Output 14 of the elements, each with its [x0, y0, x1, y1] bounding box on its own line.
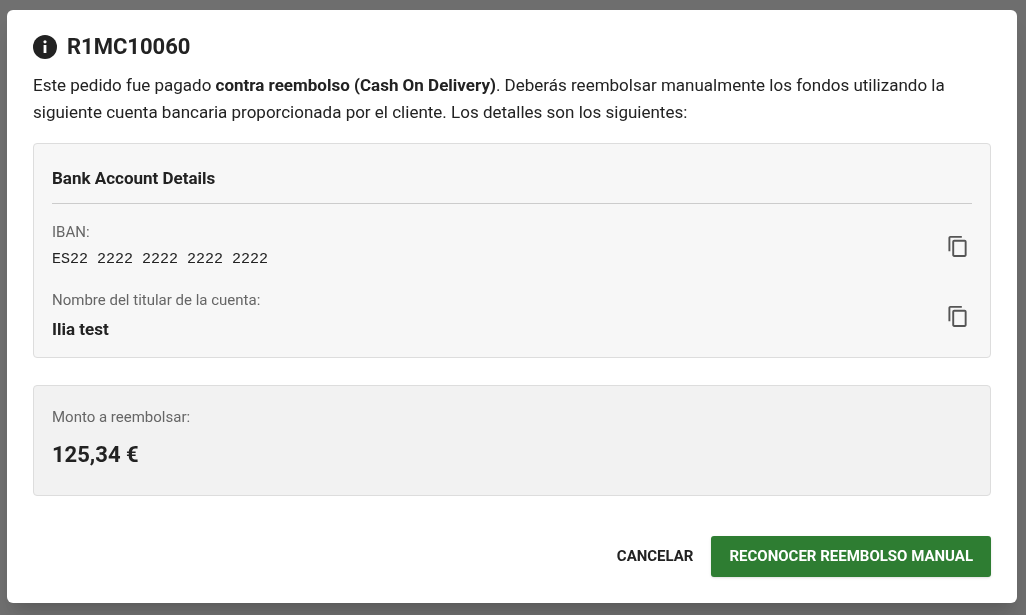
- dialog-title: R1MC10060: [67, 34, 191, 60]
- field-label: IBAN:: [52, 221, 91, 243]
- dialog-message: Este pedido fue pagado contra reembolso (Cash On Delivery). Deberás reembolsar manualmente los fondos utilizando la siguiente cuenta bancaria proporcionada por el cliente. Los detalles son los siguientes:: [33, 74, 946, 124]
- field-value: Ilia test: [52, 318, 110, 341]
- copy-icon[interactable]: [948, 304, 968, 327]
- info-icon: [33, 35, 57, 59]
- cancel-button[interactable]: CANCELAR: [614, 536, 696, 577]
- copy-icon[interactable]: [948, 235, 968, 257]
- card-heading: Bank Account Details: [52, 144, 972, 204]
- field-value: ES22 2222 2222 2222 2222: [52, 250, 269, 270]
- amount-label: Monto a reembolsar:: [52, 406, 192, 428]
- acknowledge-button[interactable]: RECONOCER REEMBOLSO MANUAL: [711, 536, 991, 577]
- field-label: Nombre del titular de la cuenta:: [52, 289, 261, 311]
- amount-value: 125,34 €: [52, 441, 140, 469]
